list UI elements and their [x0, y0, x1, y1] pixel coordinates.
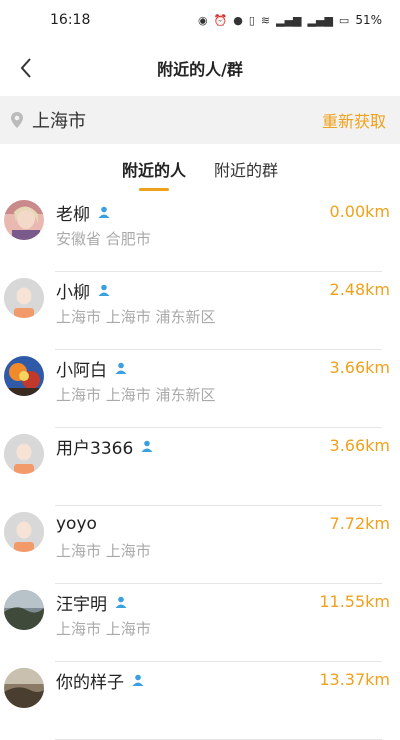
status-bar: 16:18 ◉ ⏰ ● ▯ ≋ ▂▄▆ ▂▄▆ ▭ 51%: [0, 0, 400, 40]
eye-icon: ◉: [197, 13, 208, 27]
location-bar: 上海市 重新获取: [0, 96, 400, 144]
person-icon: [132, 674, 144, 686]
alarm-icon: ⏰: [213, 13, 228, 27]
person-icon: [115, 362, 127, 374]
person-name: 小阿白: [56, 360, 107, 381]
current-city: 上海市: [32, 111, 86, 132]
list-item[interactable]: 汪宇明 上海市 上海市 11.55km: [0, 584, 400, 662]
vibrate-icon: ▯: [248, 13, 255, 27]
person-name: 小柳: [56, 282, 90, 303]
person-distance: 7.72km: [329, 514, 390, 533]
tab-nearby-groups[interactable]: 附近的群: [212, 157, 280, 181]
person-icon: [98, 284, 110, 296]
person-icon: [115, 596, 127, 608]
list-item[interactable]: 用户3366 3.66km: [0, 428, 400, 506]
location-icon: ●: [233, 13, 243, 27]
person-address: 上海市 上海市 浦东新区: [56, 386, 216, 404]
people-list: 老柳 安徽省 合肥市 0.00km 小柳 上海市 上海市 浦东新区 2.48km: [0, 194, 400, 740]
person-address: 上海市 上海市 浦东新区: [56, 308, 216, 326]
person-icon: [141, 440, 153, 452]
battery-level: 51%: [355, 13, 382, 27]
person-address: 上海市 上海市: [56, 620, 151, 638]
person-name: 用户3366: [56, 438, 134, 459]
status-icons: ◉ ⏰ ● ▯ ≋ ▂▄▆ ▂▄▆ ▭ 51%: [198, 13, 382, 27]
person-distance: 11.55km: [319, 592, 390, 611]
avatar: [4, 512, 44, 552]
wifi-icon: ≋: [260, 13, 271, 27]
person-name: 你的样子: [56, 672, 124, 693]
tab-bar: 附近的人 附近的群: [0, 144, 400, 194]
refresh-location-button[interactable]: 重新获取: [322, 108, 386, 132]
person-address: 安徽省 合肥市: [56, 230, 151, 248]
chevron-left-icon: [20, 58, 31, 78]
list-item[interactable]: 小柳 上海市 上海市 浦东新区 2.48km: [0, 272, 400, 350]
avatar: [4, 668, 44, 708]
avatar: [4, 356, 44, 396]
person-address: 上海市 上海市: [56, 542, 151, 560]
person-icon: [98, 206, 110, 218]
person-name: 汪宇明: [56, 594, 107, 615]
location-pin-icon: [11, 112, 23, 128]
person-distance: 2.48km: [329, 280, 390, 299]
signal2-icon: ▂▄▆: [307, 13, 333, 27]
back-button[interactable]: [12, 54, 40, 82]
signal-icon: ▂▄▆: [276, 13, 302, 27]
person-distance: 13.37km: [319, 670, 390, 689]
person-name: 老柳: [56, 204, 90, 225]
person-address: [56, 696, 400, 716]
list-item[interactable]: yoyo 上海市 上海市 7.72km: [0, 506, 400, 584]
status-time: 16:18: [50, 12, 91, 28]
page-title: 附近的人/群: [157, 60, 243, 79]
list-item[interactable]: 老柳 安徽省 合肥市 0.00km: [0, 194, 400, 272]
person-name: yoyo: [56, 514, 97, 534]
person-address: [56, 462, 400, 482]
person-distance: 3.66km: [329, 436, 390, 455]
person-distance: 0.00km: [329, 202, 390, 221]
title-bar: 附近的人/群: [0, 40, 400, 96]
avatar: [4, 590, 44, 630]
avatar: [4, 434, 44, 474]
battery-icon: ▭: [338, 13, 350, 27]
list-item[interactable]: 你的样子 13.37km: [0, 662, 400, 740]
list-item[interactable]: 小阿白 上海市 上海市 浦东新区 3.66km: [0, 350, 400, 428]
person-distance: 3.66km: [329, 358, 390, 377]
tab-nearby-people[interactable]: 附近的人: [120, 157, 188, 181]
avatar: [4, 200, 44, 240]
avatar: [4, 278, 44, 318]
